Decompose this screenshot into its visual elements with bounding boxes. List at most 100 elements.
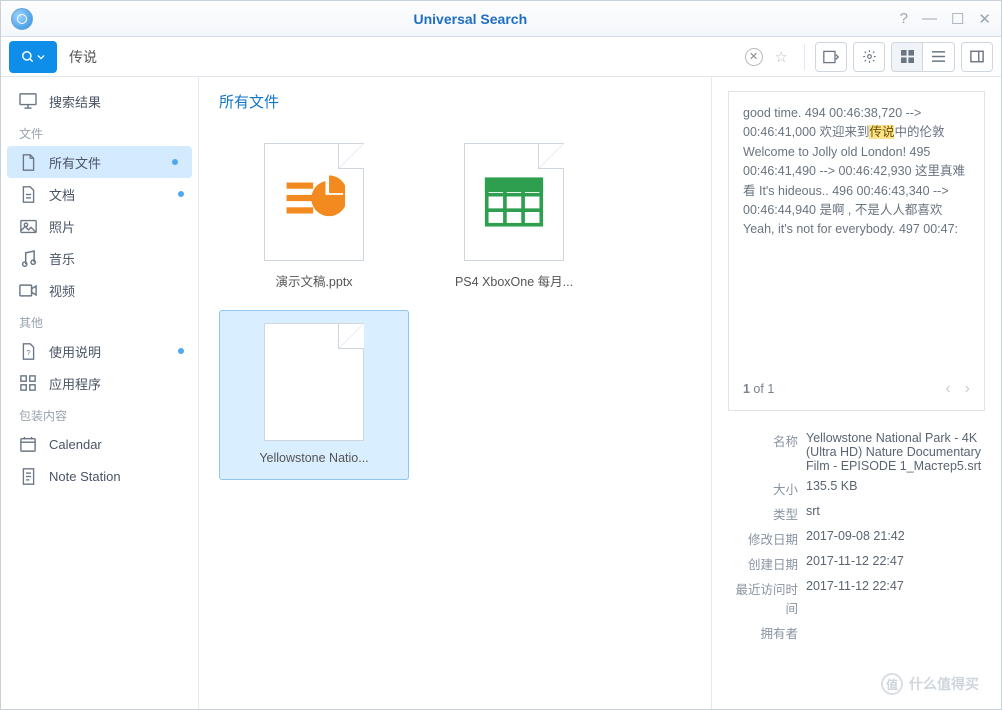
favorite-button[interactable]: ☆ [769, 48, 794, 66]
pager-status: 1 of 1 [743, 382, 774, 396]
file-label: PS4 XboxOne 每月... [455, 271, 573, 290]
sidebar-section-files: 文件 [1, 117, 198, 146]
view-mode-group [891, 42, 955, 72]
indicator-dot [172, 159, 178, 165]
titlebar: Universal Search ? — ☐ ✕ [1, 1, 1001, 37]
sidebar-item-label: 搜索结果 [49, 92, 101, 111]
divider [804, 44, 805, 70]
area-heading: 所有文件 [219, 91, 691, 112]
xlsx-icon [484, 176, 544, 228]
file-thumb-pptx [264, 143, 364, 261]
file-area: 所有文件 [199, 77, 711, 709]
panel-icon [970, 50, 984, 63]
sidebar-item-label: 文档 [49, 185, 75, 204]
gear-icon [862, 49, 877, 64]
file-thumb-xlsx [464, 143, 564, 261]
file-item[interactable]: Yellowstone Natio... [219, 310, 409, 480]
meta-label-created: 创建日期 [728, 554, 806, 573]
preview-text: good time. 494 00:46:38,720 --> 00:46:41… [743, 104, 970, 372]
file-item[interactable]: 演示文稿.pptx [219, 130, 409, 300]
file-metadata: 名称Yellowstone National Park - 4K (Ultra … [728, 431, 985, 648]
grid-icon [901, 50, 914, 63]
sidebar-item-label: 照片 [49, 217, 75, 236]
sidebar-section-packages: 包装内容 [1, 399, 198, 428]
file-icon [19, 153, 37, 171]
file-thumb-generic [264, 323, 364, 441]
meta-value-size: 135.5 KB [806, 479, 985, 498]
calendar-icon [19, 435, 37, 453]
help-button[interactable]: ? [900, 10, 908, 28]
sidebar-item-label: Note Station [49, 469, 121, 484]
watermark: 值 什么值得买 [881, 673, 979, 695]
meta-label-modified: 修改日期 [728, 529, 806, 548]
sidebar-item-label: 音乐 [49, 249, 75, 268]
meta-label-type: 类型 [728, 504, 806, 523]
pager-total: of 1 [750, 382, 774, 396]
pager-next-button[interactable]: › [965, 380, 970, 398]
file-grid: 演示文稿.pptx [219, 130, 691, 480]
file-item[interactable]: PS4 XboxOne 每月... [419, 130, 609, 300]
search-input[interactable] [63, 41, 739, 73]
preview-panel: good time. 494 00:46:38,720 --> 00:46:41… [711, 77, 1001, 709]
sidebar: 搜索结果 文件 所有文件 文档 照片 音乐 [1, 77, 199, 709]
monitor-icon [19, 92, 37, 110]
expand-button[interactable] [815, 42, 847, 72]
sidebar-item-label: Calendar [49, 437, 102, 452]
search-button[interactable] [9, 41, 57, 73]
sidebar-item-calendar[interactable]: Calendar [1, 428, 198, 460]
file-label: 演示文稿.pptx [275, 271, 352, 290]
preview-text-post: 中的伦敦 Welcome to Jolly old London! 495 00… [743, 125, 965, 236]
maximize-button[interactable]: ☐ [951, 10, 964, 28]
list-view-button[interactable] [923, 42, 955, 72]
sidebar-item-label: 所有文件 [49, 153, 101, 172]
watermark-text: 什么值得买 [909, 674, 979, 694]
sidebar-item-notestation[interactable]: Note Station [1, 460, 198, 492]
minimize-button[interactable]: — [922, 10, 937, 28]
svg-text:?: ? [26, 347, 30, 356]
sidebar-section-other: 其他 [1, 306, 198, 335]
close-button[interactable]: ✕ [978, 10, 991, 28]
file-label: Yellowstone Natio... [259, 451, 368, 465]
sidebar-item-results[interactable]: 搜索结果 [1, 85, 198, 117]
meta-label-owner: 拥有者 [728, 623, 806, 642]
indicator-dot [178, 348, 184, 354]
sidebar-item-all-files[interactable]: 所有文件 [7, 146, 192, 178]
meta-value-owner [806, 623, 985, 642]
meta-label-accessed: 最近访问时间 [728, 579, 806, 617]
expand-icon [823, 50, 839, 64]
sidebar-item-photos[interactable]: 照片 [1, 210, 198, 242]
pager-prev-button[interactable]: ‹ [945, 380, 950, 398]
settings-button[interactable] [853, 42, 885, 72]
toolbar: ✕ ☆ [1, 37, 1001, 77]
clear-search-button[interactable]: ✕ [745, 48, 763, 66]
toggle-preview-button[interactable] [961, 42, 993, 72]
pager: 1 of 1 ‹ › [743, 372, 970, 398]
sidebar-item-apps[interactable]: 应用程序 [1, 367, 198, 399]
window-controls: ? — ☐ ✕ [900, 10, 991, 28]
pptx-icon [283, 173, 345, 231]
apps-icon [19, 374, 37, 392]
help-icon: ? [19, 342, 37, 360]
dropdown-icon [37, 53, 45, 61]
sidebar-item-videos[interactable]: 视频 [1, 274, 198, 306]
meta-value-accessed: 2017-11-12 22:47 [806, 579, 985, 617]
meta-label-size: 大小 [728, 479, 806, 498]
sidebar-item-documents[interactable]: 文档 [1, 178, 198, 210]
sidebar-item-label: 视频 [49, 281, 75, 300]
grid-view-button[interactable] [891, 42, 923, 72]
watermark-icon: 值 [881, 673, 903, 695]
sidebar-item-label: 使用说明 [49, 342, 101, 361]
app-icon [11, 8, 33, 30]
preview-box: good time. 494 00:46:38,720 --> 00:46:41… [728, 91, 985, 411]
sidebar-item-music[interactable]: 音乐 [1, 242, 198, 274]
photo-icon [19, 217, 37, 235]
note-icon [19, 467, 37, 485]
sidebar-item-help[interactable]: ? 使用说明 [1, 335, 198, 367]
meta-label-name: 名称 [728, 431, 806, 473]
music-icon [19, 249, 37, 267]
meta-value-modified: 2017-09-08 21:42 [806, 529, 985, 548]
window-title: Universal Search [41, 11, 900, 27]
main: 所有文件 [199, 77, 1001, 709]
meta-value-created: 2017-11-12 22:47 [806, 554, 985, 573]
search-icon [21, 50, 35, 64]
